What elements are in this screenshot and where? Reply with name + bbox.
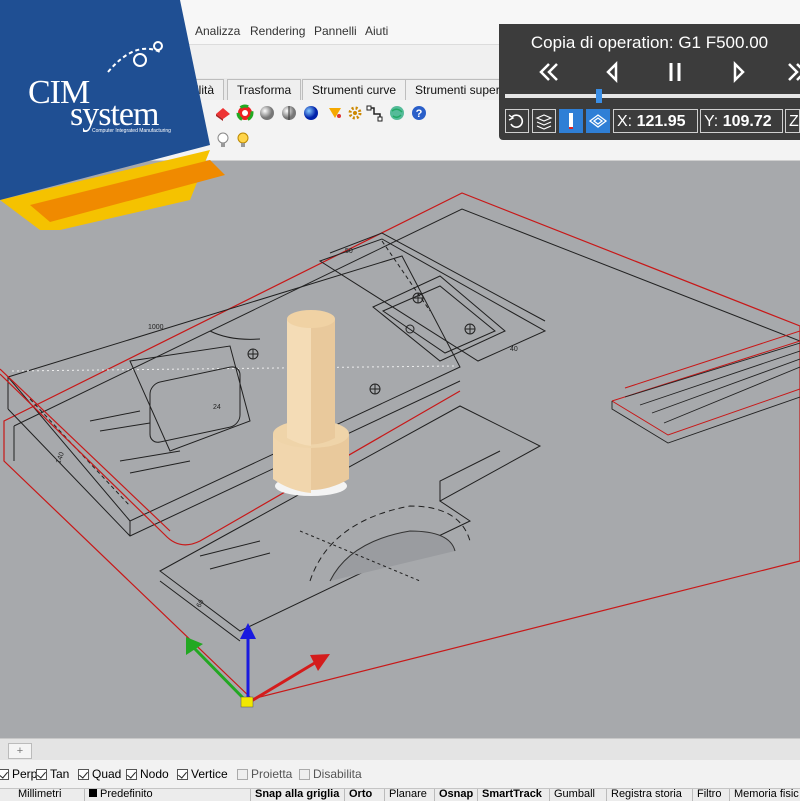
reset-button[interactable] [505, 109, 529, 133]
toolpath-toggle-button[interactable] [586, 109, 610, 133]
viewport-tabs: + [0, 738, 800, 761]
status-smarttrack[interactable]: SmartTrack [477, 789, 546, 801]
sheet-outline [3, 192, 800, 700]
dim-label-60: 60 [196, 599, 206, 609]
layer-color-swatch [89, 789, 97, 797]
osnap-disabilita-label: Disabilita [313, 767, 362, 781]
osnap-disabilita-checkbox[interactable] [299, 768, 310, 780]
status-bar: Millimetri Predefinito Snap alla griglia… [0, 788, 800, 801]
toolpath-simulation-panel: Copia di operation: G1 F500.00 X: 121.95… [499, 24, 800, 140]
status-orto[interactable]: Orto [344, 789, 376, 801]
step-back-icon [606, 60, 618, 84]
add-viewport-tab-button[interactable]: + [8, 743, 32, 759]
gear-icon[interactable] [346, 104, 364, 122]
tool-icon [569, 113, 573, 129]
pause-button[interactable] [661, 58, 689, 86]
osnap-nodo-label: Nodo [140, 767, 169, 781]
osnap-tan[interactable]: Tan [36, 767, 69, 781]
x-label: X: [617, 113, 633, 130]
playback-slider-thumb[interactable] [596, 89, 603, 103]
operation-title: Copia di operation: G1 F500.00 [530, 33, 769, 52]
dim-label-50: 50 [345, 248, 353, 255]
main-plate [0, 255, 461, 546]
status-gumball[interactable]: Gumball [549, 789, 599, 801]
osnap-perp-label: Perp [12, 767, 38, 781]
osnap-nodo[interactable]: Nodo [126, 767, 169, 781]
osnap-vertice[interactable]: Vertice [177, 767, 228, 781]
osnap-quad-label: Quad [92, 767, 122, 781]
osnap-perp[interactable]: Perp [0, 767, 37, 781]
fast-forward-button[interactable] [783, 58, 800, 86]
toolpath-icon [588, 114, 608, 128]
x-value: 121.95 [636, 113, 686, 130]
logo-tagline: Computer Integrated Manufacturing [92, 128, 171, 134]
playback-slider[interactable] [505, 89, 800, 103]
osnap-proietta-checkbox[interactable] [237, 768, 248, 780]
osnap-proietta[interactable]: Proietta [237, 767, 292, 781]
current-layer[interactable]: Predefinito [84, 788, 157, 801]
menu-item-aiuti[interactable]: Aiuti [365, 24, 388, 38]
step-forward-icon [733, 60, 745, 84]
menu-item-rendering[interactable]: Rendering [250, 24, 305, 38]
menu-item-pannelli[interactable]: Pannelli [314, 24, 357, 38]
status-filtro[interactable]: Filtro [692, 789, 725, 801]
status-osnap[interactable]: Osnap [434, 789, 477, 801]
perspective-viewport[interactable]: 50 1000 140 60 24 40 [0, 161, 800, 738]
top-plate [318, 232, 547, 362]
osnap-quad-checkbox[interactable] [78, 768, 89, 780]
osnap-proietta-label: Proietta [251, 767, 293, 781]
x-coordinate-readout: X: 121.95 [613, 109, 698, 133]
units-display[interactable]: Millimetri [14, 789, 65, 801]
fast-forward-icon [788, 63, 800, 81]
osnap-quad[interactable]: Quad [78, 767, 121, 781]
cim-system-logo: CIM system Computer Integrated Manufactu… [0, 0, 240, 230]
reset-icon [508, 114, 524, 128]
status-snap-grid[interactable]: Snap alla griglia [250, 789, 343, 801]
sphere-grey-icon[interactable] [280, 104, 298, 122]
sphere-blue-icon[interactable] [302, 104, 320, 122]
osnap-perp-checkbox[interactable] [0, 768, 9, 780]
status-planare[interactable]: Planare [384, 789, 431, 801]
dim-label-40: 40 [510, 346, 518, 353]
osnap-nodo-checkbox[interactable] [126, 768, 137, 780]
help-icon[interactable]: ? [410, 104, 428, 122]
dim-label-1000: 1000 [148, 324, 164, 331]
osnap-tan-label: Tan [50, 767, 70, 781]
rewind-button[interactable] [535, 58, 563, 86]
osnap-vertice-label: Vertice [191, 767, 228, 781]
rewind-icon [539, 63, 558, 81]
pause-icon [669, 63, 681, 81]
step-forward-button[interactable] [725, 58, 753, 86]
world-axis-gizmo [186, 623, 330, 708]
current-layer-label: Predefinito [100, 788, 153, 800]
stock-button[interactable] [532, 109, 556, 133]
sphere-white-icon[interactable] [258, 104, 276, 122]
hole-markers [247, 292, 476, 395]
step-back-button[interactable] [599, 58, 627, 86]
y-label: Y: [704, 113, 719, 130]
y-coordinate-readout: Y: 109.72 [700, 109, 783, 133]
osnap-disabilita[interactable]: Disabilita [299, 767, 362, 781]
light-icon[interactable] [326, 104, 344, 122]
z-label: Z [789, 113, 799, 130]
tool-toggle-button[interactable] [559, 109, 583, 133]
dim-label-24: 24 [213, 404, 221, 411]
lower-plate [159, 405, 542, 642]
connect-icon[interactable] [366, 104, 384, 122]
osnap-vertice-checkbox[interactable] [177, 768, 188, 780]
tab-strumenti-curve[interactable]: Strumenti curve [302, 79, 407, 100]
svg-text:?: ? [416, 108, 423, 120]
globe-icon[interactable] [388, 104, 406, 122]
z-coordinate-readout: Z [785, 109, 800, 133]
cutting-tool [273, 310, 349, 496]
status-memoria[interactable]: Memoria fisic [729, 789, 800, 801]
y-value: 109.72 [722, 113, 772, 130]
osnap-tan-checkbox[interactable] [36, 768, 47, 780]
stock-icon [535, 114, 553, 130]
dim-label-140: 140 [55, 451, 66, 464]
status-registra-storia[interactable]: Registra storia [606, 789, 686, 801]
